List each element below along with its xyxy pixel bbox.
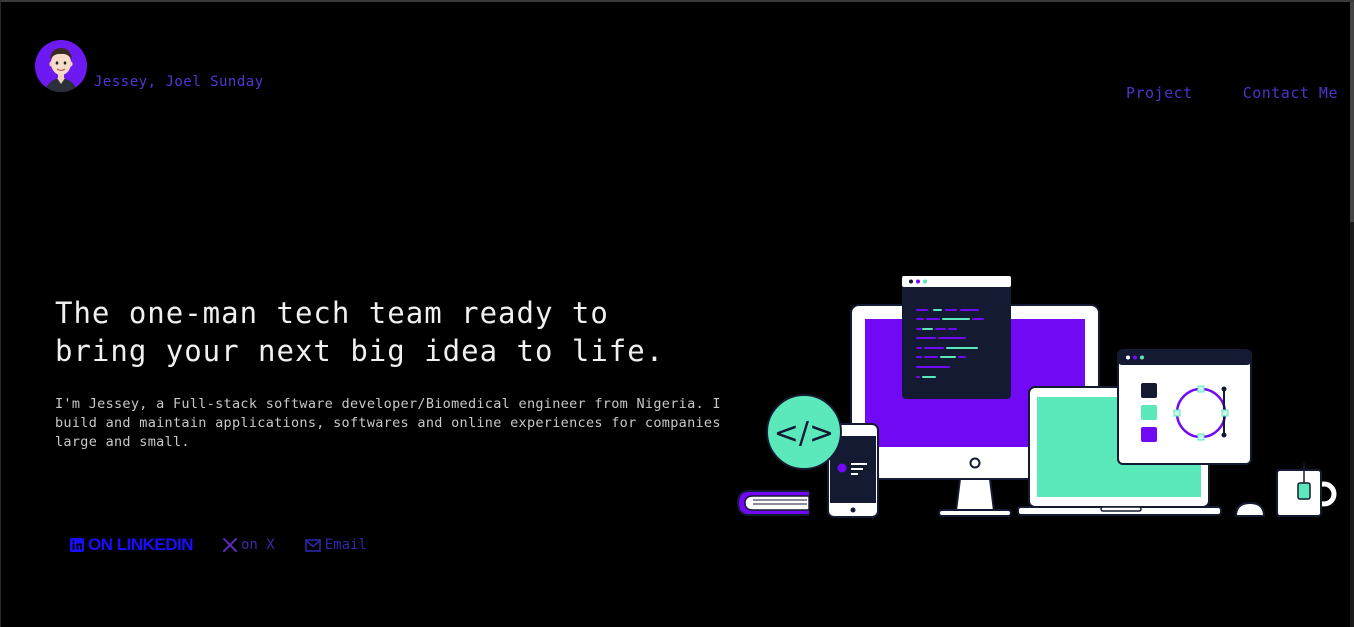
linkedin-icon [70,538,84,552]
social-links: ON LINKEDIN on X Email [70,535,367,555]
scrollbar[interactable] [1350,2,1354,627]
code-icon: </> [766,394,842,470]
mug [1276,463,1337,517]
headline-line-2: bring your next big idea to life. [55,334,665,368]
nav-link-project[interactable]: Project [1126,84,1193,102]
email-link[interactable]: Email [304,537,367,553]
devices-illustration: </> [736,276,1337,518]
code-window [902,276,1011,399]
email-icon [304,538,321,552]
x-label: on X [241,537,275,553]
x-link[interactable]: on X [223,537,275,553]
avatar [35,40,87,92]
headline-line-1: The one-man tech team ready to [55,296,609,330]
nav-link-contact[interactable]: Contact Me [1243,84,1338,102]
brand[interactable]: Jessey, Joel Sunday [35,40,264,92]
hero-headline: The one-man tech team ready to bring you… [55,294,755,370]
scrollbar-thumb[interactable] [1350,2,1354,222]
design-window [1117,349,1252,465]
hero-intro: I'm Jessey, a Full-stack software develo… [55,396,721,450]
code-symbol: </> [774,416,834,451]
brand-name: Jessey, Joel Sunday [94,74,264,90]
page: Jessey, Joel Sunday Project Contact Me T… [0,0,1354,627]
books [736,490,810,516]
email-label: Email [324,537,367,553]
linkedin-label: ON LINKEDIN [88,535,194,554]
x-icon [223,538,237,552]
main-nav: Project Contact Me [1126,84,1338,102]
linkedin-link[interactable]: ON LINKEDIN [70,535,194,555]
mouse [1234,501,1266,517]
